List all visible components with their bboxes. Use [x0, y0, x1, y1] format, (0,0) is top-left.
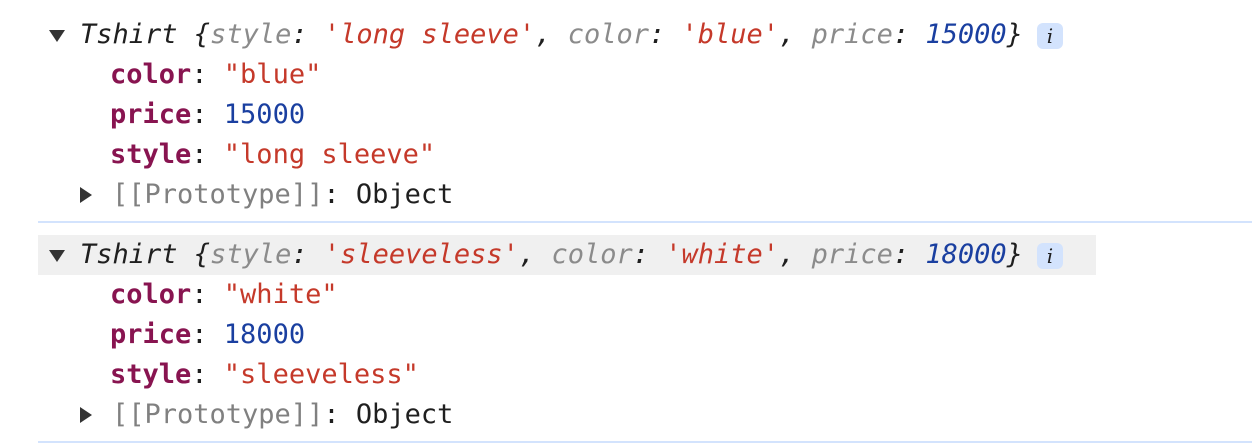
divider: [38, 441, 1252, 443]
preview-value: 15000: [925, 19, 1007, 50]
preview-key: price: [811, 19, 893, 50]
preview-key: color: [551, 239, 633, 270]
property-row: style: "long sleeve": [110, 139, 436, 170]
preview-value: 18000: [925, 239, 1007, 270]
preview-value: 'blue': [681, 19, 780, 50]
info-icon[interactable]: i: [1036, 22, 1063, 49]
collapse-triangle-icon[interactable]: [80, 407, 92, 423]
preview-key: color: [567, 19, 649, 50]
console-object-entry: Tshirt {style: 'long sleeve', color: 'bl…: [38, 15, 1252, 215]
class-name: Tshirt: [80, 239, 178, 270]
prototype-row[interactable]: [[Prototype]]: Object: [38, 175, 1252, 215]
preview-value: 'white': [665, 239, 780, 270]
class-name: Tshirt: [80, 19, 178, 50]
property-row: color: "blue": [110, 59, 322, 90]
object-header[interactable]: Tshirt {style: 'sleeveless', color: 'whi…: [38, 235, 1096, 275]
divider: [38, 221, 1252, 223]
property-row: price: 18000: [110, 319, 306, 350]
preview-key: style: [210, 239, 292, 270]
preview-key: style: [210, 19, 292, 50]
console-object-entry: Tshirt {style: 'sleeveless', color: 'whi…: [38, 235, 1252, 435]
expand-triangle-icon[interactable]: [49, 30, 65, 42]
expand-triangle-icon[interactable]: [49, 250, 65, 262]
prototype-row[interactable]: [[Prototype]]: Object: [38, 395, 1252, 435]
collapse-triangle-icon[interactable]: [80, 187, 92, 203]
property-row: style: "sleeveless": [110, 359, 419, 390]
info-icon[interactable]: i: [1036, 242, 1063, 269]
property-row: color: "white": [110, 279, 338, 310]
preview-value: 'long sleeve': [323, 19, 536, 50]
preview-value: 'sleeveless': [323, 239, 519, 270]
object-header[interactable]: Tshirt {style: 'long sleeve', color: 'bl…: [38, 15, 1252, 55]
preview-key: price: [811, 239, 893, 270]
property-row: price: 15000: [110, 99, 306, 130]
